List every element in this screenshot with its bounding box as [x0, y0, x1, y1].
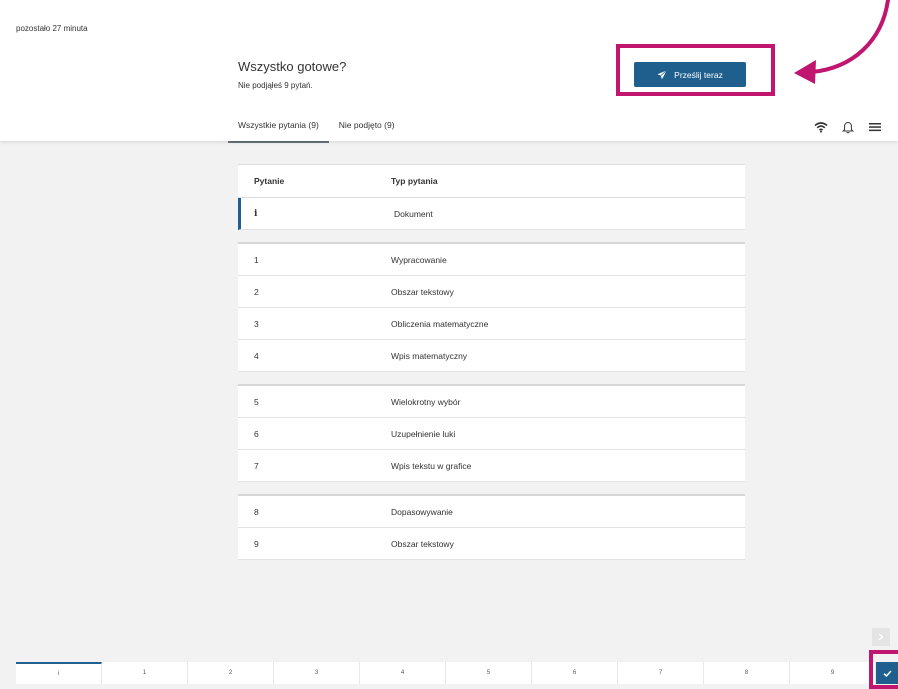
question-number: 8	[254, 506, 259, 517]
header-tools	[814, 120, 882, 134]
nav-item-7[interactable]: 7	[618, 662, 704, 684]
question-type: Dopasowywanie	[391, 506, 453, 517]
question-number: 4	[254, 350, 259, 361]
table-row[interactable]: 1 Wypracowanie	[238, 244, 745, 276]
table-row[interactable]: 3 Obliczenia matematyczne	[238, 308, 745, 340]
nav-item-9[interactable]: 9	[790, 662, 876, 684]
question-type: Obszar tekstowy	[391, 286, 454, 297]
bell-icon[interactable]	[841, 120, 855, 134]
wifi-icon[interactable]	[814, 120, 828, 134]
table-header: Pytanie Typ pytania	[238, 164, 745, 198]
question-navigation: i 1 2 3 4 5 6 7 8 9	[16, 662, 876, 684]
page-subtitle: Nie podjąłeś 9 pytań.	[238, 81, 313, 90]
nav-item-1[interactable]: 1	[102, 662, 188, 684]
tab-all-questions[interactable]: Wszystkie pytania (9)	[228, 116, 329, 143]
table-row[interactable]: 6 Uzupełnienie luki	[238, 418, 745, 450]
table-row[interactable]: 2 Obszar tekstowy	[238, 276, 745, 308]
time-remaining: pozostało 27 minuta	[16, 24, 88, 33]
question-type: Obliczenia matematyczne	[391, 318, 489, 329]
question-number: 2	[254, 286, 259, 297]
question-type: Wypracowanie	[391, 254, 447, 265]
submit-now-button[interactable]: Prześlij teraz	[634, 62, 746, 87]
submit-now-label: Prześlij teraz	[674, 69, 723, 80]
question-type: Wielokrotny wybór	[391, 396, 461, 407]
question-number: 9	[254, 538, 259, 549]
nav-item-5[interactable]: 5	[446, 662, 532, 684]
next-page-button[interactable]	[872, 628, 890, 646]
table-row[interactable]: i Dokument	[238, 198, 745, 230]
nav-item-6[interactable]: 6	[532, 662, 618, 684]
question-type: Wpis tekstu w grafice	[391, 460, 472, 471]
table-row[interactable]: 5 Wielokrotny wybór	[238, 386, 745, 418]
question-number: 5	[254, 396, 259, 407]
paper-plane-icon	[657, 69, 667, 80]
nav-item-3[interactable]: 3	[274, 662, 360, 684]
table-row[interactable]: 4 Wpis matematyczny	[238, 340, 745, 372]
question-group: i Dokument	[238, 198, 745, 230]
questions-table: Pytanie Typ pytania i Dokument 1 Wypraco…	[238, 164, 745, 560]
question-number: i	[254, 208, 258, 219]
table-row[interactable]: 8 Dopasowywanie	[238, 496, 745, 528]
question-type: Obszar tekstowy	[391, 538, 454, 549]
header: pozostało 27 minuta Wszystko gotowe? Nie…	[0, 0, 898, 143]
nav-item-4[interactable]: 4	[360, 662, 446, 684]
review-finish-button[interactable]	[876, 662, 898, 684]
question-group: 1 Wypracowanie 2 Obszar tekstowy 3 Oblic…	[238, 242, 745, 372]
question-type: Uzupełnienie luki	[391, 428, 456, 439]
question-group: 5 Wielokrotny wybór 6 Uzupełnienie luki …	[238, 384, 745, 482]
question-type: Dokument	[394, 208, 433, 219]
question-type: Wpis matematyczny	[391, 350, 468, 361]
nav-item-2[interactable]: 2	[188, 662, 274, 684]
column-header-type: Typ pytania	[391, 176, 438, 186]
question-number: 1	[254, 254, 259, 265]
nav-item-info[interactable]: i	[16, 662, 102, 684]
table-row[interactable]: 9 Obszar tekstowy	[238, 528, 745, 560]
question-group: 8 Dopasowywanie 9 Obszar tekstowy	[238, 494, 745, 560]
checkmark-icon	[882, 669, 892, 677]
chevron-right-icon	[878, 633, 884, 641]
menu-icon[interactable]	[868, 120, 882, 134]
tab-not-attempted[interactable]: Nie podjęto (9)	[329, 116, 405, 141]
question-number: 7	[254, 460, 259, 471]
column-header-question: Pytanie	[254, 176, 285, 186]
question-number: 6	[254, 428, 259, 439]
question-tabs: Wszystkie pytania (9) Nie podjęto (9)	[228, 116, 405, 143]
annotation-arrow-icon	[794, 0, 890, 84]
page-title: Wszystko gotowe?	[238, 59, 347, 74]
nav-item-8[interactable]: 8	[704, 662, 790, 684]
table-row[interactable]: 7 Wpis tekstu w grafice	[238, 450, 745, 482]
question-number: 3	[254, 318, 259, 329]
